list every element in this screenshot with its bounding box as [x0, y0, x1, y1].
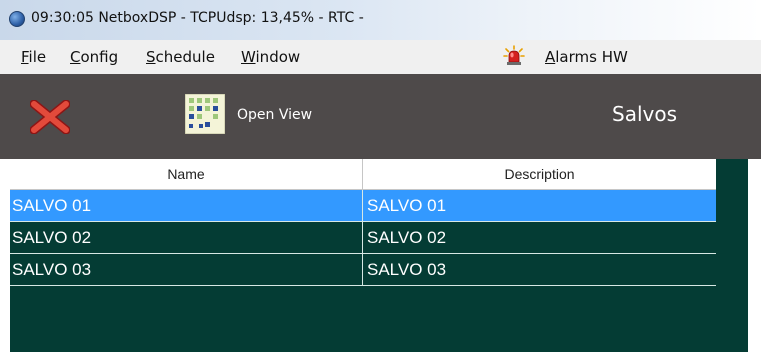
- globe-icon[interactable]: [9, 11, 25, 27]
- column-header-description[interactable]: Description: [363, 159, 716, 189]
- table-header: Name Description: [10, 159, 716, 190]
- cell-description: SALVO 02: [367, 228, 447, 247]
- table-row[interactable]: SALVO 03 SALVO 03: [10, 254, 716, 286]
- app-window: 09:30:05 NetboxDSP - TCPUdsp: 13,45% - R…: [0, 0, 761, 352]
- close-x-icon: [29, 99, 71, 135]
- alarm-bell-icon[interactable]: [503, 45, 525, 67]
- cell-name: SALVO 01: [10, 190, 363, 221]
- left-margin: [0, 159, 10, 352]
- close-button[interactable]: [29, 99, 71, 135]
- menu-alarms-hw[interactable]: Alarms HW: [545, 48, 628, 66]
- menu-config-accel: C: [70, 48, 81, 66]
- cell-description: SALVO 03: [367, 260, 447, 279]
- open-view-label: Open View: [237, 107, 313, 123]
- menu-window-accel: W: [241, 48, 256, 66]
- page-title: Salvos: [612, 102, 677, 126]
- table-row[interactable]: SALVO 02 SALVO 02: [10, 222, 716, 254]
- menu-schedule[interactable]: Schedule: [146, 48, 215, 66]
- menu-window-label: indow: [255, 48, 301, 66]
- menu-config[interactable]: Config: [70, 48, 118, 66]
- menu-file-accel: F: [21, 48, 29, 66]
- menu-alarms-label: larms HW: [555, 48, 628, 66]
- title-bar[interactable]: 09:30:05 NetboxDSP - TCPUdsp: 13,45% - R…: [0, 0, 761, 40]
- toolbar: Open View Salvos: [0, 74, 761, 159]
- menu-alarms-accel: A: [545, 48, 556, 66]
- grid-view-icon: [185, 94, 225, 134]
- menu-schedule-label: chedule: [155, 48, 215, 66]
- menu-window[interactable]: Window: [241, 48, 300, 66]
- column-header-name[interactable]: Name: [10, 159, 363, 189]
- salvos-panel: Name Description SALVO 01 SALVO 01 SALVO…: [10, 159, 748, 352]
- window-title: 09:30:05 NetboxDSP - TCPUdsp: 13,45% - R…: [31, 10, 364, 26]
- cell-name: SALVO 03: [10, 254, 363, 285]
- menu-file[interactable]: File: [21, 48, 46, 66]
- right-margin: [748, 159, 761, 352]
- menu-schedule-accel: S: [146, 48, 156, 66]
- menu-file-label: ile: [28, 48, 47, 66]
- cell-name: SALVO 02: [10, 222, 363, 253]
- menu-config-label: onfig: [80, 48, 119, 66]
- open-view-button[interactable]: Open View: [185, 94, 325, 138]
- cell-description: SALVO 01: [367, 196, 447, 215]
- table-row[interactable]: SALVO 01 SALVO 01: [10, 190, 716, 222]
- menu-bar: File Config Schedule Window Alarms HW: [0, 40, 761, 74]
